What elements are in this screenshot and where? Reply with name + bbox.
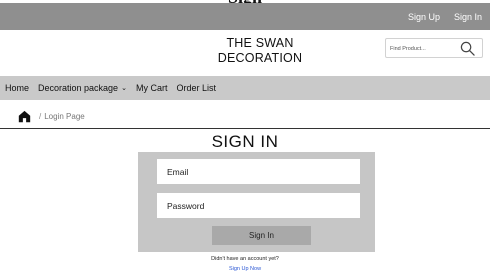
search-box — [385, 38, 483, 58]
sign-up-now-link[interactable]: Sign Up Now — [0, 266, 490, 272]
breadcrumb-current: Login Page — [44, 111, 85, 121]
nav-item-decoration-package[interactable]: Decoration package ⌄ — [38, 83, 127, 93]
nav-item-label: Decoration package — [38, 83, 119, 93]
nav-item-label: Order List — [176, 83, 216, 93]
top-bar: Sign Up Sign In — [0, 3, 490, 30]
login-form: Sign In — [138, 152, 375, 252]
site-header: THE SWAN DECORATION — [0, 30, 490, 76]
nav-item-home[interactable]: Home — [5, 83, 29, 93]
sign-in-button[interactable]: Sign In — [212, 226, 311, 245]
breadcrumb: / Login Page — [18, 109, 85, 123]
divider — [0, 128, 490, 129]
email-field[interactable] — [157, 159, 360, 184]
nav-item-label: My Cart — [135, 83, 168, 93]
search-input[interactable] — [390, 42, 460, 55]
site-logo[interactable]: THE SWAN DECORATION — [195, 36, 325, 66]
breadcrumb-separator: / — [39, 111, 42, 121]
nav-item-order-list[interactable]: Order List — [176, 83, 216, 93]
chevron-down-icon: ⌄ — [121, 85, 127, 92]
search-icon[interactable] — [460, 41, 475, 56]
sign-up-link[interactable]: Sign Up — [408, 12, 440, 22]
page-title: SIGN IN — [211, 132, 279, 151]
nav-item-label: Home — [5, 83, 30, 93]
password-field[interactable] — [157, 193, 360, 218]
home-icon[interactable] — [18, 110, 31, 123]
logo-line-1: THE SWAN — [226, 36, 294, 50]
nav-item-my-cart[interactable]: My Cart — [136, 83, 168, 93]
main-nav: Home Decoration package ⌄ My Cart Order … — [0, 76, 490, 100]
sign-in-link[interactable]: Sign In — [454, 12, 482, 22]
logo-line-2: DECORATION — [217, 51, 303, 65]
no-account-text: Didn't have an account yet? — [211, 256, 279, 262]
